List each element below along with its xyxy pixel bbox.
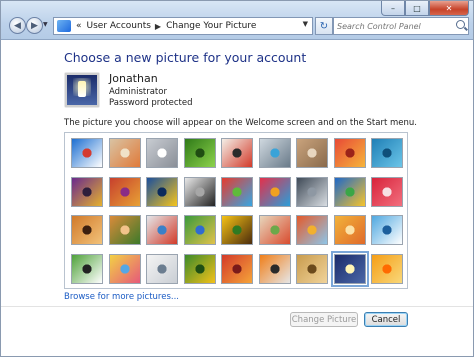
cancel-button[interactable]: Cancel: [364, 312, 408, 327]
picture-sailboat[interactable]: [371, 215, 403, 245]
back-button[interactable]: ◀: [9, 17, 26, 34]
picture-butterfly[interactable]: [258, 253, 291, 284]
picture-marbles[interactable]: [146, 253, 178, 284]
picture-gerbera[interactable]: [371, 253, 403, 284]
footer-divider: [1, 306, 473, 307]
picture-beads[interactable]: [258, 176, 291, 207]
search-box[interactable]: [333, 17, 469, 35]
picture-lucky-cat[interactable]: [221, 138, 253, 168]
control-panel-window: – □ ✕ ◀ ▶ ▼ « User Accounts ▶ Change You…: [0, 0, 474, 357]
close-button[interactable]: ✕: [429, 1, 469, 16]
picture-leaf[interactable]: [183, 138, 216, 168]
control-panel-icon: [57, 20, 71, 32]
current-user-picture: [65, 73, 99, 107]
picture-starfish[interactable]: [108, 138, 141, 168]
picture-info-text: The picture you choose will appear on th…: [64, 118, 417, 128]
picture-chalk[interactable]: [108, 253, 141, 284]
picture-grid: [64, 132, 408, 289]
lighthouse-icon: [78, 81, 86, 97]
browse-more-pictures-link[interactable]: Browse for more pictures...: [64, 292, 179, 302]
breadcrumb-change-picture[interactable]: Change Your Picture: [166, 21, 256, 31]
page-title: Choose a new picture for your account: [64, 50, 307, 65]
breadcrumb-separator-icon[interactable]: ▶: [155, 22, 161, 31]
minimize-icon: –: [391, 3, 395, 13]
picture-windows[interactable]: [333, 176, 366, 207]
refresh-button[interactable]: ↻: [315, 17, 333, 35]
picture-ferns[interactable]: [371, 138, 403, 168]
picture-ammonite[interactable]: [296, 253, 328, 284]
picture-kitten[interactable]: [296, 138, 328, 168]
maximize-icon: □: [413, 3, 421, 13]
close-icon: ✕: [445, 3, 453, 13]
picture-guitar[interactable]: [71, 215, 103, 245]
forward-button[interactable]: ▶: [26, 17, 43, 34]
refresh-icon: ↻: [319, 20, 329, 32]
user-name: Jonathan: [109, 72, 158, 85]
picture-dog[interactable]: [183, 176, 216, 207]
minimize-button[interactable]: –: [381, 1, 405, 16]
picture-toy-robot[interactable]: [146, 215, 178, 245]
picture-pencils[interactable]: [258, 215, 291, 245]
picture-shell[interactable]: [296, 176, 328, 207]
picture-lighthouse[interactable]: [330, 250, 369, 287]
picture-compass[interactable]: [258, 138, 291, 168]
picture-window-frame[interactable]: [183, 253, 216, 284]
address-bar[interactable]: « User Accounts ▶ Change Your Picture ▼: [53, 17, 313, 35]
user-password-status: Password protected: [109, 98, 193, 108]
picture-balloon[interactable]: [296, 215, 328, 245]
picture-soccer-ball[interactable]: [71, 253, 103, 284]
user-role: Administrator: [109, 87, 167, 97]
address-prefix[interactable]: «: [76, 21, 82, 31]
address-dropdown-icon[interactable]: ▼: [303, 20, 308, 28]
picture-ball[interactable]: [71, 176, 103, 207]
forward-arrow-icon: ▶: [31, 20, 38, 31]
breadcrumb-user-accounts[interactable]: User Accounts: [87, 21, 151, 31]
picture-origami[interactable]: [371, 176, 403, 207]
picture-ferris-wheel[interactable]: [71, 138, 103, 168]
history-dropdown-icon[interactable]: ▼: [43, 21, 48, 28]
back-arrow-icon: ◀: [14, 20, 21, 31]
picture-puppy[interactable]: [108, 215, 141, 245]
picture-snail[interactable]: [333, 215, 366, 245]
change-picture-button[interactable]: Change Picture: [290, 312, 358, 327]
picture-fabric[interactable]: [108, 176, 141, 207]
picture-crayons[interactable]: [221, 176, 253, 207]
window-controls: – □ ✕: [381, 1, 469, 16]
search-icon[interactable]: [456, 20, 465, 29]
search-input[interactable]: [337, 21, 449, 31]
maximize-button[interactable]: □: [405, 1, 429, 16]
picture-sunflower[interactable]: [221, 215, 253, 245]
title-bar: – □ ✕ ◀ ▶ ▼ « User Accounts ▶ Change You…: [1, 1, 473, 40]
picture-fish[interactable]: [146, 176, 178, 207]
picture-hammock[interactable]: [183, 215, 216, 245]
picture-textile[interactable]: [221, 253, 253, 284]
picture-robot[interactable]: [146, 138, 178, 168]
picture-flower-red[interactable]: [333, 138, 366, 168]
